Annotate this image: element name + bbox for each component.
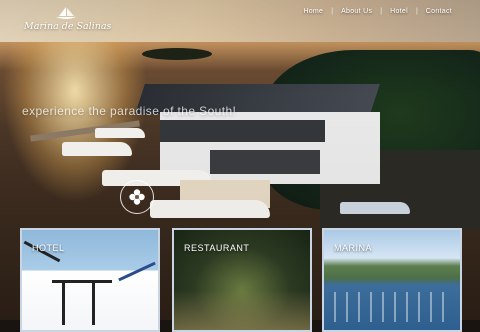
hotel-card[interactable]: HOTEL: [20, 228, 160, 332]
main-menu: Home | About Us | Hotel | Contact: [295, 8, 460, 15]
blue-rail: [118, 261, 156, 282]
balcony-rail: [52, 280, 112, 283]
marina-card[interactable]: MARINA: [322, 228, 462, 332]
restaurant-card[interactable]: RESTAURANT: [172, 228, 312, 332]
brand-name: Marina de Salinas: [24, 21, 112, 32]
railing-post: [62, 280, 65, 325]
sailboat-icon: [56, 7, 76, 19]
nav-contact[interactable]: Contact: [418, 8, 460, 15]
string-lights: [174, 290, 310, 330]
site-logo[interactable]: Marina de Salinas: [24, 6, 112, 36]
nav-about-us[interactable]: About Us: [333, 8, 380, 15]
hotel-card-label: HOTEL: [32, 243, 65, 253]
hero-tagline: experience the paradise of the South!: [22, 104, 237, 118]
marina-docks: [334, 292, 454, 322]
nav-home[interactable]: Home: [295, 8, 331, 15]
railing-post: [92, 280, 95, 325]
marina-card-label: MARINA: [334, 243, 373, 253]
flower-emblem-icon: [120, 180, 154, 214]
top-nav: Marina de Salinas Home | About Us | Hote…: [0, 0, 480, 40]
restaurant-card-label: RESTAURANT: [184, 243, 250, 253]
nav-hotel[interactable]: Hotel: [382, 8, 416, 15]
